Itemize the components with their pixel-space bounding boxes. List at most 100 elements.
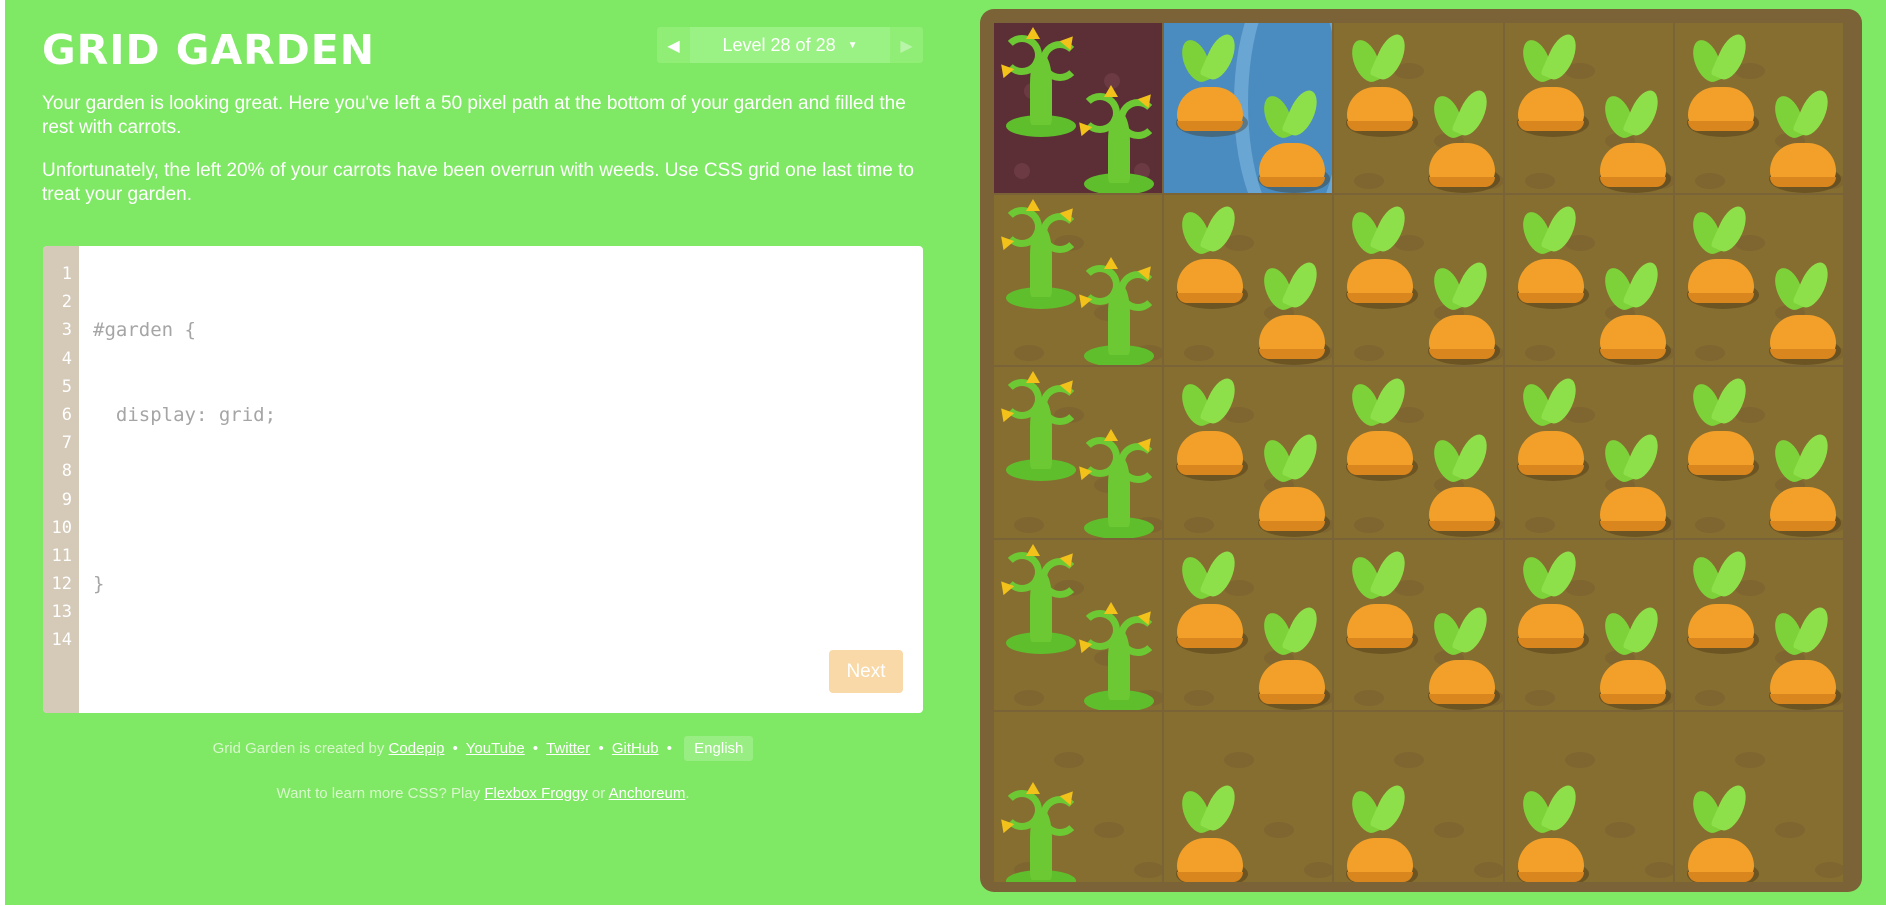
carrot-icon: [1767, 86, 1841, 193]
pebble: [1354, 173, 1385, 189]
twitter-link[interactable]: Twitter: [546, 740, 590, 757]
carrot-icon: [1426, 86, 1501, 193]
weed-icon: [1073, 85, 1162, 194]
garden-board: [980, 9, 1862, 892]
code-line: display: grid;: [93, 404, 277, 426]
garden-plot: [1334, 711, 1505, 884]
pebble: [1094, 821, 1124, 838]
instruction-paragraph: Your garden is looking great. Here you'v…: [42, 93, 906, 138]
garden-plot: [994, 711, 1165, 884]
garden-plot: [1164, 539, 1335, 712]
garden-plot: [994, 367, 1165, 540]
line-number: 8: [61, 461, 72, 482]
pebble: [1134, 861, 1163, 878]
footer-credits: Grid Garden is created by Codepip • YouT…: [43, 736, 923, 761]
pebble: [1774, 821, 1805, 838]
carrot-icon: [1515, 780, 1589, 882]
footer-learn-more: Want to learn more CSS? Play Flexbox Fro…: [43, 785, 923, 802]
carrot-icon: [1344, 374, 1419, 482]
garden-plot: [1334, 367, 1505, 540]
garden-plot: [1504, 195, 1675, 368]
carrot-icon: [1767, 258, 1841, 366]
carrot-icon: [1344, 546, 1419, 654]
garden-plot: [1164, 711, 1335, 884]
carrot-icon: [1344, 30, 1419, 137]
garden-plot: [1164, 367, 1335, 540]
soil-spot: [1014, 163, 1030, 179]
next-button[interactable]: Next: [829, 650, 903, 693]
carrot-icon: [1256, 430, 1331, 538]
pebble: [1184, 517, 1215, 534]
pebble: [1014, 689, 1044, 706]
css-editor: 1 2 3 4 5 6 7 8 9 10 11 12 13 14 #garden…: [43, 246, 923, 713]
pebble: [1304, 861, 1333, 878]
garden-plot: [1674, 367, 1845, 540]
weed-icon: [995, 781, 1086, 882]
garden-plot: [1164, 195, 1335, 368]
pebble: [1354, 345, 1385, 362]
carrot-icon: [1426, 602, 1501, 710]
carrot-icon: [1344, 202, 1419, 310]
code-line: }: [93, 573, 105, 596]
codepip-link[interactable]: Codepip: [389, 740, 445, 757]
game-title: GRID GARDEN: [42, 26, 376, 74]
carrot-icon: [1256, 258, 1331, 366]
pebble: [1014, 345, 1044, 362]
weed-icon: [995, 371, 1086, 482]
pebble: [1694, 345, 1725, 362]
level-navigation: ◀ Level 28 of 28 ▼ ▶: [657, 27, 923, 63]
carrot-icon: [1256, 602, 1331, 710]
caret-down-icon: ▼: [847, 39, 858, 51]
carrot-icon: [1685, 30, 1759, 137]
carrot-icon: [1174, 780, 1249, 882]
css-code-input[interactable]: [107, 316, 887, 342]
garden-plot: [1334, 195, 1505, 368]
line-number: 10: [51, 517, 72, 538]
pebble: [1264, 821, 1295, 838]
carrot-icon: [1685, 546, 1759, 654]
previous-level-button[interactable]: ◀: [657, 27, 690, 63]
pebble: [1394, 751, 1425, 768]
pebble: [1604, 821, 1635, 838]
triangle-left-icon: ◀: [667, 35, 680, 55]
garden-plot: [1334, 539, 1505, 712]
carrot-icon: [1426, 430, 1501, 538]
weed-icon: [995, 27, 1086, 137]
flexbox-froggy-link[interactable]: Flexbox Froggy: [484, 785, 587, 802]
pebble: [1474, 861, 1503, 878]
carrot-icon: [1344, 780, 1419, 882]
pebble: [1434, 821, 1465, 838]
footer: Grid Garden is created by Codepip • YouT…: [43, 736, 923, 802]
anchoreum-link[interactable]: Anchoreum: [609, 785, 686, 802]
github-link[interactable]: GitHub: [612, 740, 659, 757]
separator: •: [598, 740, 604, 757]
carrot-icon: [1597, 86, 1671, 193]
carrot-icon: [1597, 258, 1671, 366]
pebble: [1054, 751, 1084, 768]
pebble: [1814, 861, 1843, 878]
line-number: 3: [61, 320, 72, 341]
pebble: [1354, 689, 1385, 706]
garden-plot: [1674, 711, 1845, 884]
carrot-icon: [1515, 374, 1589, 482]
pebble: [1354, 517, 1385, 534]
line-number: 4: [61, 348, 72, 369]
youtube-link[interactable]: YouTube: [466, 740, 525, 757]
level-label: Level 28 of 28: [722, 34, 836, 55]
carrot-icon: [1256, 86, 1331, 193]
pebble: [1694, 173, 1725, 189]
weed-icon: [995, 199, 1086, 310]
carrot-icon: [1685, 780, 1759, 882]
weed-icon: [995, 543, 1086, 654]
carrot-icon: [1515, 30, 1589, 137]
weed-treatment-zone: [994, 23, 1165, 196]
weed-icon: [1073, 429, 1162, 538]
credits-text: Grid Garden is created by: [212, 740, 385, 757]
carrot-icon: [1174, 202, 1249, 310]
language-button[interactable]: English: [684, 736, 754, 761]
pebble: [1694, 517, 1725, 534]
level-select-dropdown[interactable]: Level 28 of 28 ▼: [690, 27, 890, 63]
pebble: [1524, 345, 1555, 362]
next-level-button[interactable]: ▶: [890, 27, 923, 63]
